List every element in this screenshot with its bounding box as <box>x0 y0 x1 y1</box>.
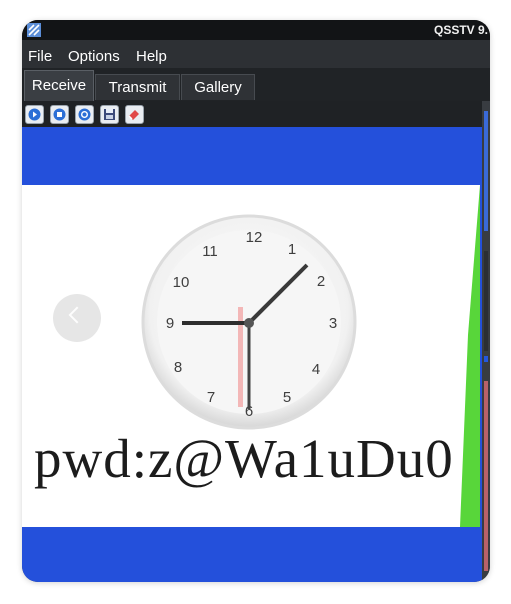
window-title: QSSTV 9. <box>434 23 489 37</box>
erase-button[interactable] <box>125 105 144 124</box>
play-icon <box>28 108 41 121</box>
password-text: pwd:z@Wa1uDu0 <box>34 428 454 489</box>
clock-center <box>244 318 254 328</box>
chevron-left-icon <box>68 306 86 324</box>
title-bar: QSSTV 9. <box>22 20 490 40</box>
refresh-button[interactable] <box>75 105 94 124</box>
signal-level-strip <box>482 101 490 582</box>
side-level-marker <box>484 356 488 362</box>
menu-file[interactable]: File <box>28 48 52 65</box>
tab-bar: Receive Transmit Gallery <box>22 68 490 101</box>
clock-num-5: 5 <box>283 389 291 406</box>
clock-num-2: 2 <box>317 273 325 290</box>
qsstv-window: QSSTV 9. File Options Help Receive Trans… <box>22 20 490 582</box>
refresh-icon <box>78 108 91 121</box>
clock-num-11: 11 <box>202 243 218 260</box>
clock-num-7: 7 <box>207 389 215 406</box>
app-icon <box>27 23 41 37</box>
erase-icon <box>128 110 139 120</box>
menu-help[interactable]: Help <box>136 48 167 65</box>
clock-num-10: 10 <box>173 274 190 291</box>
save-button[interactable] <box>100 105 119 124</box>
clock-num-12: 12 <box>246 229 263 246</box>
green-signal-strip <box>460 185 480 527</box>
tab-receive[interactable]: Receive <box>24 70 94 101</box>
toolbar <box>22 101 490 127</box>
side-level-red <box>484 381 488 571</box>
tab-gallery[interactable]: Gallery <box>181 74 255 100</box>
save-icon <box>104 109 115 120</box>
clock-num-4: 4 <box>312 361 320 378</box>
clock-num-1: 1 <box>288 241 296 258</box>
clock-illustration: 12 1 2 3 4 5 6 7 8 9 10 11 <box>141 214 357 430</box>
tab-transmit[interactable]: Transmit <box>95 74 180 100</box>
previous-image-button[interactable] <box>53 294 101 342</box>
side-level-dark <box>484 251 488 351</box>
clock-num-8: 8 <box>174 359 182 376</box>
stop-icon <box>53 108 66 121</box>
clock-num-3: 3 <box>329 315 337 332</box>
received-image-area: 12 1 2 3 4 5 6 7 8 9 10 11 pwd:z@Wa1uDu0 <box>22 127 482 582</box>
menu-options[interactable]: Options <box>68 48 120 65</box>
play-button[interactable] <box>25 105 44 124</box>
clock-num-9: 9 <box>166 315 174 332</box>
stop-button[interactable] <box>50 105 69 124</box>
side-level-blue <box>484 111 488 231</box>
menu-bar: File Options Help <box>22 40 490 68</box>
